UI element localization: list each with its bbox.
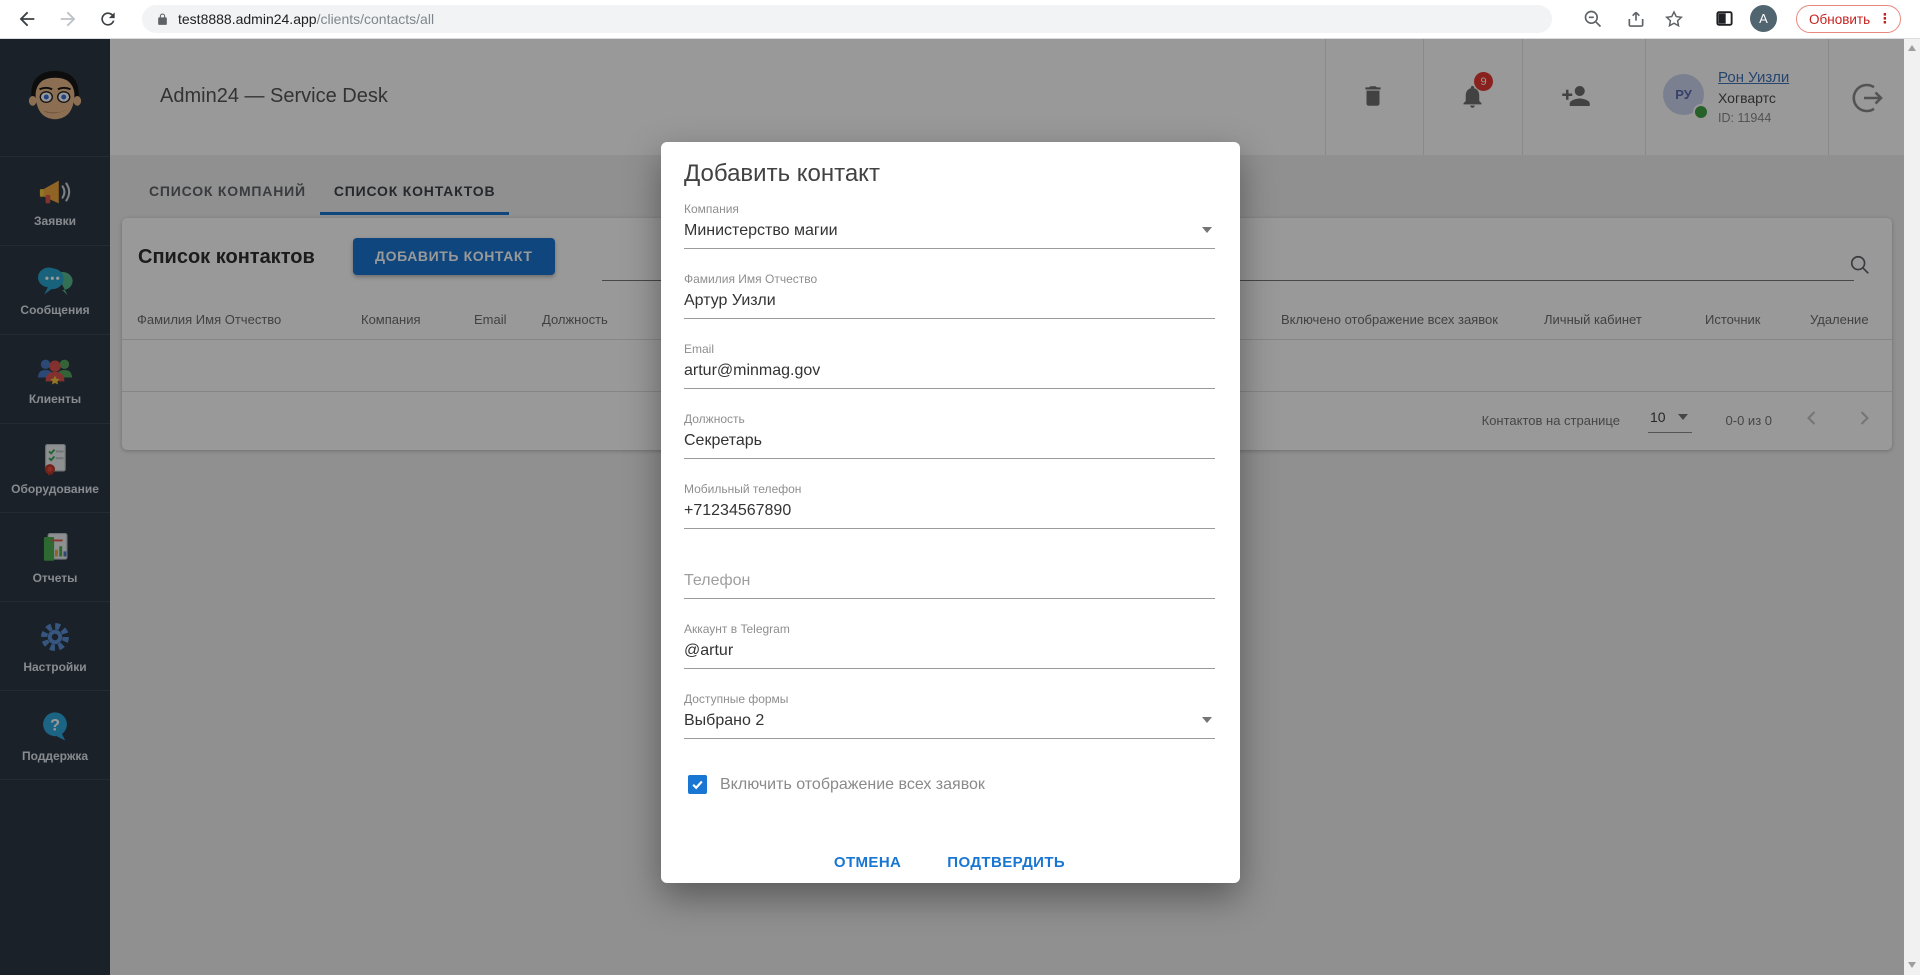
available-forms-select[interactable]: Выбрано 2 xyxy=(684,710,1215,739)
mobile-phone-input[interactable]: +71234567890 xyxy=(684,500,1215,529)
field-label: Аккаунт в Telegram xyxy=(684,622,1215,636)
address-bar[interactable]: test8888.admin24.app/clients/contacts/al… xyxy=(142,5,1552,33)
browser-menu-dots-icon[interactable]: ⋮ xyxy=(1878,11,1892,27)
field-phone: Телефон xyxy=(684,552,1215,599)
confirm-button[interactable]: ПОДТВЕРДИТЬ xyxy=(939,846,1073,879)
position-input[interactable]: Секретарь xyxy=(684,430,1215,459)
cancel-button[interactable]: ОТМЕНА xyxy=(826,846,909,879)
scroll-down-arrow-icon[interactable] xyxy=(1908,962,1916,968)
phone-input[interactable]: Телефон xyxy=(684,570,1215,599)
field-label: Email xyxy=(684,342,1215,356)
page-scrollbar[interactable] xyxy=(1904,38,1920,975)
chevron-down-icon[interactable] xyxy=(1202,227,1212,233)
app-window: Заявки Сообщения Клиенты xyxy=(0,38,1920,975)
field-position: Должность Секретарь xyxy=(684,412,1215,459)
field-company: Компания Министерство магии xyxy=(684,202,1215,249)
add-contact-dialog: Добавить контакт Компания Министерство м… xyxy=(661,142,1240,883)
field-label xyxy=(684,552,1215,566)
browser-bar: test8888.admin24.app/clients/contacts/al… xyxy=(0,0,1920,39)
share-icon[interactable] xyxy=(1626,9,1646,34)
field-label: Должность xyxy=(684,412,1215,426)
field-label: Доступные формы xyxy=(684,692,1215,706)
checkmark-icon xyxy=(691,778,704,791)
field-label: Фамилия Имя Отчество xyxy=(684,272,1215,286)
field-label: Мобильный телефон xyxy=(684,482,1215,496)
chevron-down-icon[interactable] xyxy=(1202,717,1212,723)
field-available-forms: Доступные формы Выбрано 2 xyxy=(684,692,1215,739)
browser-update-button[interactable]: Обновить ⋮ xyxy=(1796,5,1901,33)
browser-update-label: Обновить xyxy=(1809,12,1870,27)
email-input[interactable]: artur@minmag.gov xyxy=(684,360,1215,389)
scroll-up-arrow-icon[interactable] xyxy=(1908,45,1916,51)
telegram-input[interactable]: @artur xyxy=(684,640,1215,669)
lock-icon xyxy=(156,13,169,26)
field-full-name: Фамилия Имя Отчество Артур Уизли xyxy=(684,272,1215,319)
field-email: Email artur@minmag.gov xyxy=(684,342,1215,389)
browser-profile-avatar[interactable]: A xyxy=(1750,5,1777,32)
refresh-icon[interactable] xyxy=(98,9,118,34)
back-icon[interactable] xyxy=(16,8,38,35)
screen: test8888.admin24.app/clients/contacts/al… xyxy=(0,0,1920,975)
url-path: /clients/contacts/all xyxy=(317,11,435,27)
bookmark-star-icon[interactable] xyxy=(1664,9,1684,34)
full-name-input[interactable]: Артур Уизли xyxy=(684,290,1215,319)
field-label: Компания xyxy=(684,202,1215,216)
field-telegram: Аккаунт в Telegram @artur xyxy=(684,622,1215,669)
dialog-title: Добавить контакт xyxy=(684,160,1215,188)
dialog-actions: ОТМЕНА ПОДТВЕРДИТЬ xyxy=(684,846,1215,879)
show-all-tickets-checkbox[interactable] xyxy=(688,775,707,794)
field-mobile-phone: Мобильный телефон +71234567890 xyxy=(684,482,1215,529)
url-host: test8888.admin24.app xyxy=(178,11,317,27)
company-select[interactable]: Министерство магии xyxy=(684,220,1215,249)
forward-icon[interactable] xyxy=(57,8,79,35)
side-panel-icon[interactable] xyxy=(1715,9,1734,33)
checkbox-label: Включить отображение всех заявок xyxy=(720,776,985,794)
show-all-tickets-row: Включить отображение всех заявок xyxy=(688,775,1215,794)
zoom-out-icon[interactable] xyxy=(1583,9,1603,34)
